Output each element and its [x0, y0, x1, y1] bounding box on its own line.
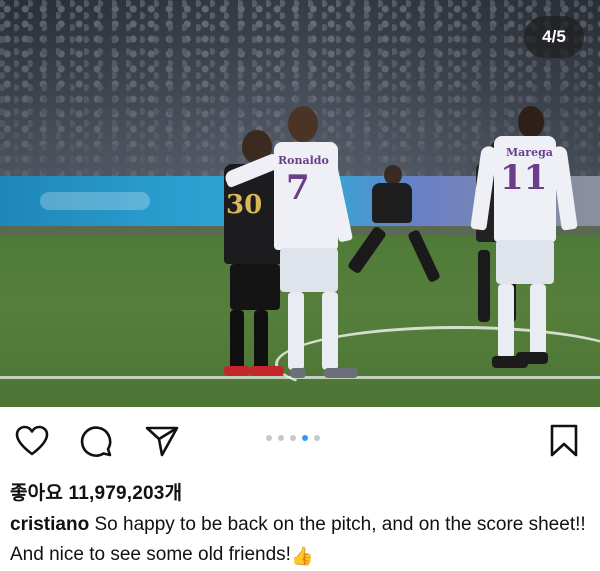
bookmark-icon	[550, 424, 578, 457]
like-button[interactable]	[14, 423, 50, 459]
carousel-dot[interactable]	[314, 435, 320, 441]
caption-username[interactable]: cristiano	[10, 514, 89, 535]
carousel-indicator	[266, 435, 320, 441]
save-button[interactable]	[546, 423, 582, 459]
player-goalkeeper	[346, 165, 450, 295]
carousel-dot[interactable]	[278, 435, 284, 441]
heart-icon	[15, 425, 49, 456]
send-icon	[145, 426, 179, 457]
likes-number: 11,979,203	[68, 483, 165, 504]
likes-label: 좋아요	[10, 483, 64, 504]
likes-suffix: 개	[164, 483, 183, 504]
post-caption: cristiano So happy to be back on the pit…	[10, 510, 595, 571]
comment-bubble-icon	[80, 426, 112, 457]
share-button[interactable]	[144, 423, 180, 459]
thumbs-up-emoji: 👍	[290, 546, 314, 566]
player-11: Marega 11	[470, 106, 582, 376]
player-7: Ronaldo 7	[223, 106, 368, 382]
post-photo[interactable]: 30 Ronaldo 7 Marega 11 4/5	[0, 0, 600, 407]
comment-button[interactable]	[78, 423, 114, 459]
likes-count[interactable]: 좋아요 11,979,203개	[10, 478, 182, 505]
image-counter: 4/5	[524, 16, 584, 58]
carousel-dot[interactable]	[290, 435, 296, 441]
carousel-dot-active[interactable]	[302, 435, 308, 441]
carousel-dot[interactable]	[266, 435, 272, 441]
